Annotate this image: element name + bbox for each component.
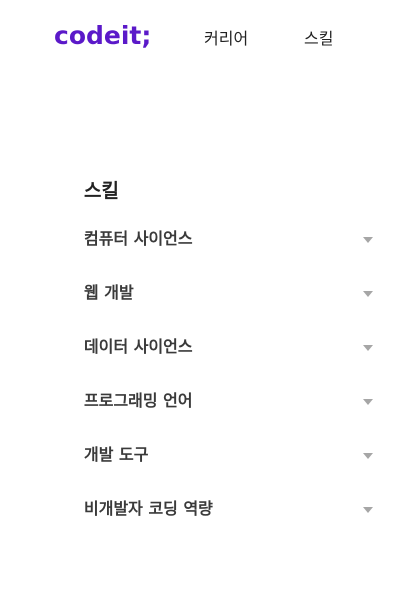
caret-down-icon	[363, 399, 373, 405]
skill-category-label: 프로그래밍 언어	[84, 391, 193, 410]
skill-category-computer-science[interactable]: 컴퓨터 사이언스	[84, 212, 376, 266]
skill-category-dev-tools[interactable]: 개발 도구	[84, 428, 376, 482]
skill-category-programming-languages[interactable]: 프로그래밍 언어	[84, 374, 376, 428]
caret-down-icon	[363, 453, 373, 459]
nav-link-career[interactable]: 커리어	[204, 28, 248, 50]
caret-down-icon	[363, 345, 373, 351]
skill-category-label: 개발 도구	[84, 445, 149, 464]
caret-down-icon	[363, 507, 373, 513]
skill-category-label: 컴퓨터 사이언스	[84, 229, 193, 248]
skill-category-non-developer-coding[interactable]: 비개발자 코딩 역량	[84, 482, 376, 536]
skill-category-data-science[interactable]: 데이터 사이언스	[84, 320, 376, 374]
skill-category-label: 웹 개발	[84, 283, 134, 302]
skills-title: 스킬	[84, 179, 119, 202]
skill-category-label: 비개발자 코딩 역량	[84, 499, 213, 518]
skill-category-web-development[interactable]: 웹 개발	[84, 266, 376, 320]
site-header: codeit; 커리어 스킬	[0, 0, 411, 78]
skill-category-label: 데이터 사이언스	[84, 337, 193, 356]
caret-down-icon	[363, 291, 373, 297]
skill-category-list: 컴퓨터 사이언스 웹 개발 데이터 사이언스 프로그래밍 언어 개발 도구 비개…	[84, 212, 376, 536]
page: codeit; 커리어 스킬 스킬 컴퓨터 사이언스 웹 개발 데이터 사이언스…	[0, 0, 411, 615]
caret-down-icon	[363, 237, 373, 243]
codeit-logo[interactable]: codeit;	[54, 18, 151, 52]
nav-link-skill[interactable]: 스킬	[304, 28, 333, 50]
